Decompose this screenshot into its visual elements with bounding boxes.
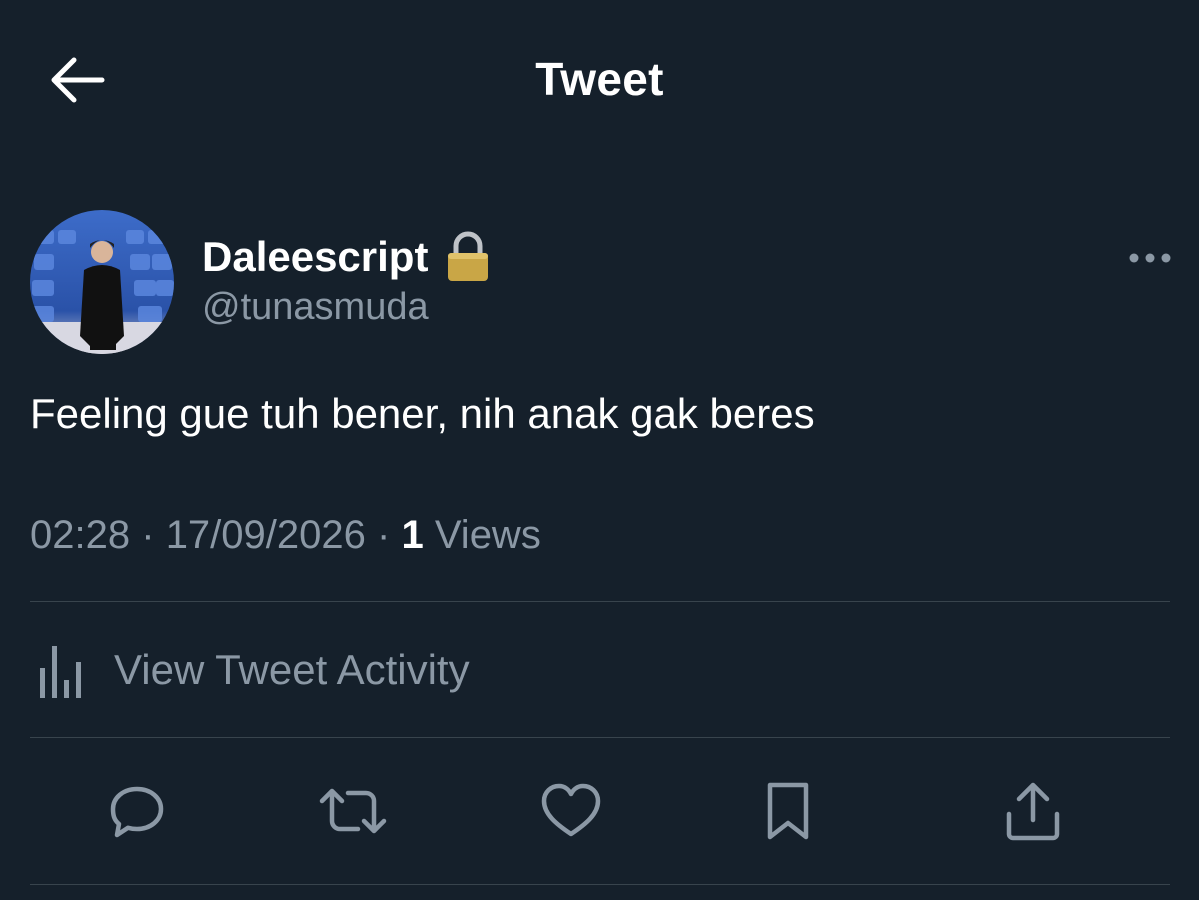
- more-options-button[interactable]: [1118, 240, 1182, 276]
- views-count: 1: [401, 513, 424, 557]
- tweet-date[interactable]: 17/09/2026: [166, 513, 366, 557]
- share-icon: [1006, 782, 1060, 841]
- bar-chart-icon: [40, 646, 81, 698]
- more-horizontal-icon: [1129, 253, 1171, 263]
- tweet-time[interactable]: 02:28: [30, 513, 130, 557]
- divider: [30, 737, 1170, 738]
- tweet-meta: 02:28 · 17/09/2026 · 1 Views: [30, 510, 541, 560]
- meta-separator: ·: [141, 513, 155, 557]
- divider: [30, 601, 1170, 602]
- avatar-photo: [30, 210, 174, 354]
- retweet-icon: [319, 788, 387, 834]
- heart-icon: [541, 783, 601, 837]
- divider: [30, 884, 1170, 885]
- bookmark-button[interactable]: [753, 778, 823, 844]
- views-label: Views: [434, 513, 541, 557]
- reply-icon: [110, 786, 164, 838]
- view-tweet-activity-link[interactable]: View Tweet Activity: [30, 632, 470, 708]
- top-bar: Tweet: [0, 0, 1199, 160]
- lock-icon: [448, 231, 489, 281]
- tweet-text: Feeling gue tuh bener, nih anak gak bere…: [30, 390, 815, 437]
- retweet-button[interactable]: [318, 778, 388, 844]
- author-handle[interactable]: @tunasmuda: [202, 286, 429, 329]
- meta-separator: ·: [377, 513, 391, 557]
- page-title: Tweet: [535, 53, 664, 105]
- bookmark-icon: [767, 782, 809, 840]
- author-display-name[interactable]: Daleescript: [202, 233, 428, 281]
- view-tweet-activity-label: View Tweet Activity: [114, 646, 470, 693]
- reply-button[interactable]: [102, 778, 172, 844]
- like-button[interactable]: [536, 778, 606, 844]
- share-button[interactable]: [998, 778, 1068, 844]
- avatar[interactable]: [30, 210, 174, 354]
- author-name-row: Daleescript: [202, 228, 490, 286]
